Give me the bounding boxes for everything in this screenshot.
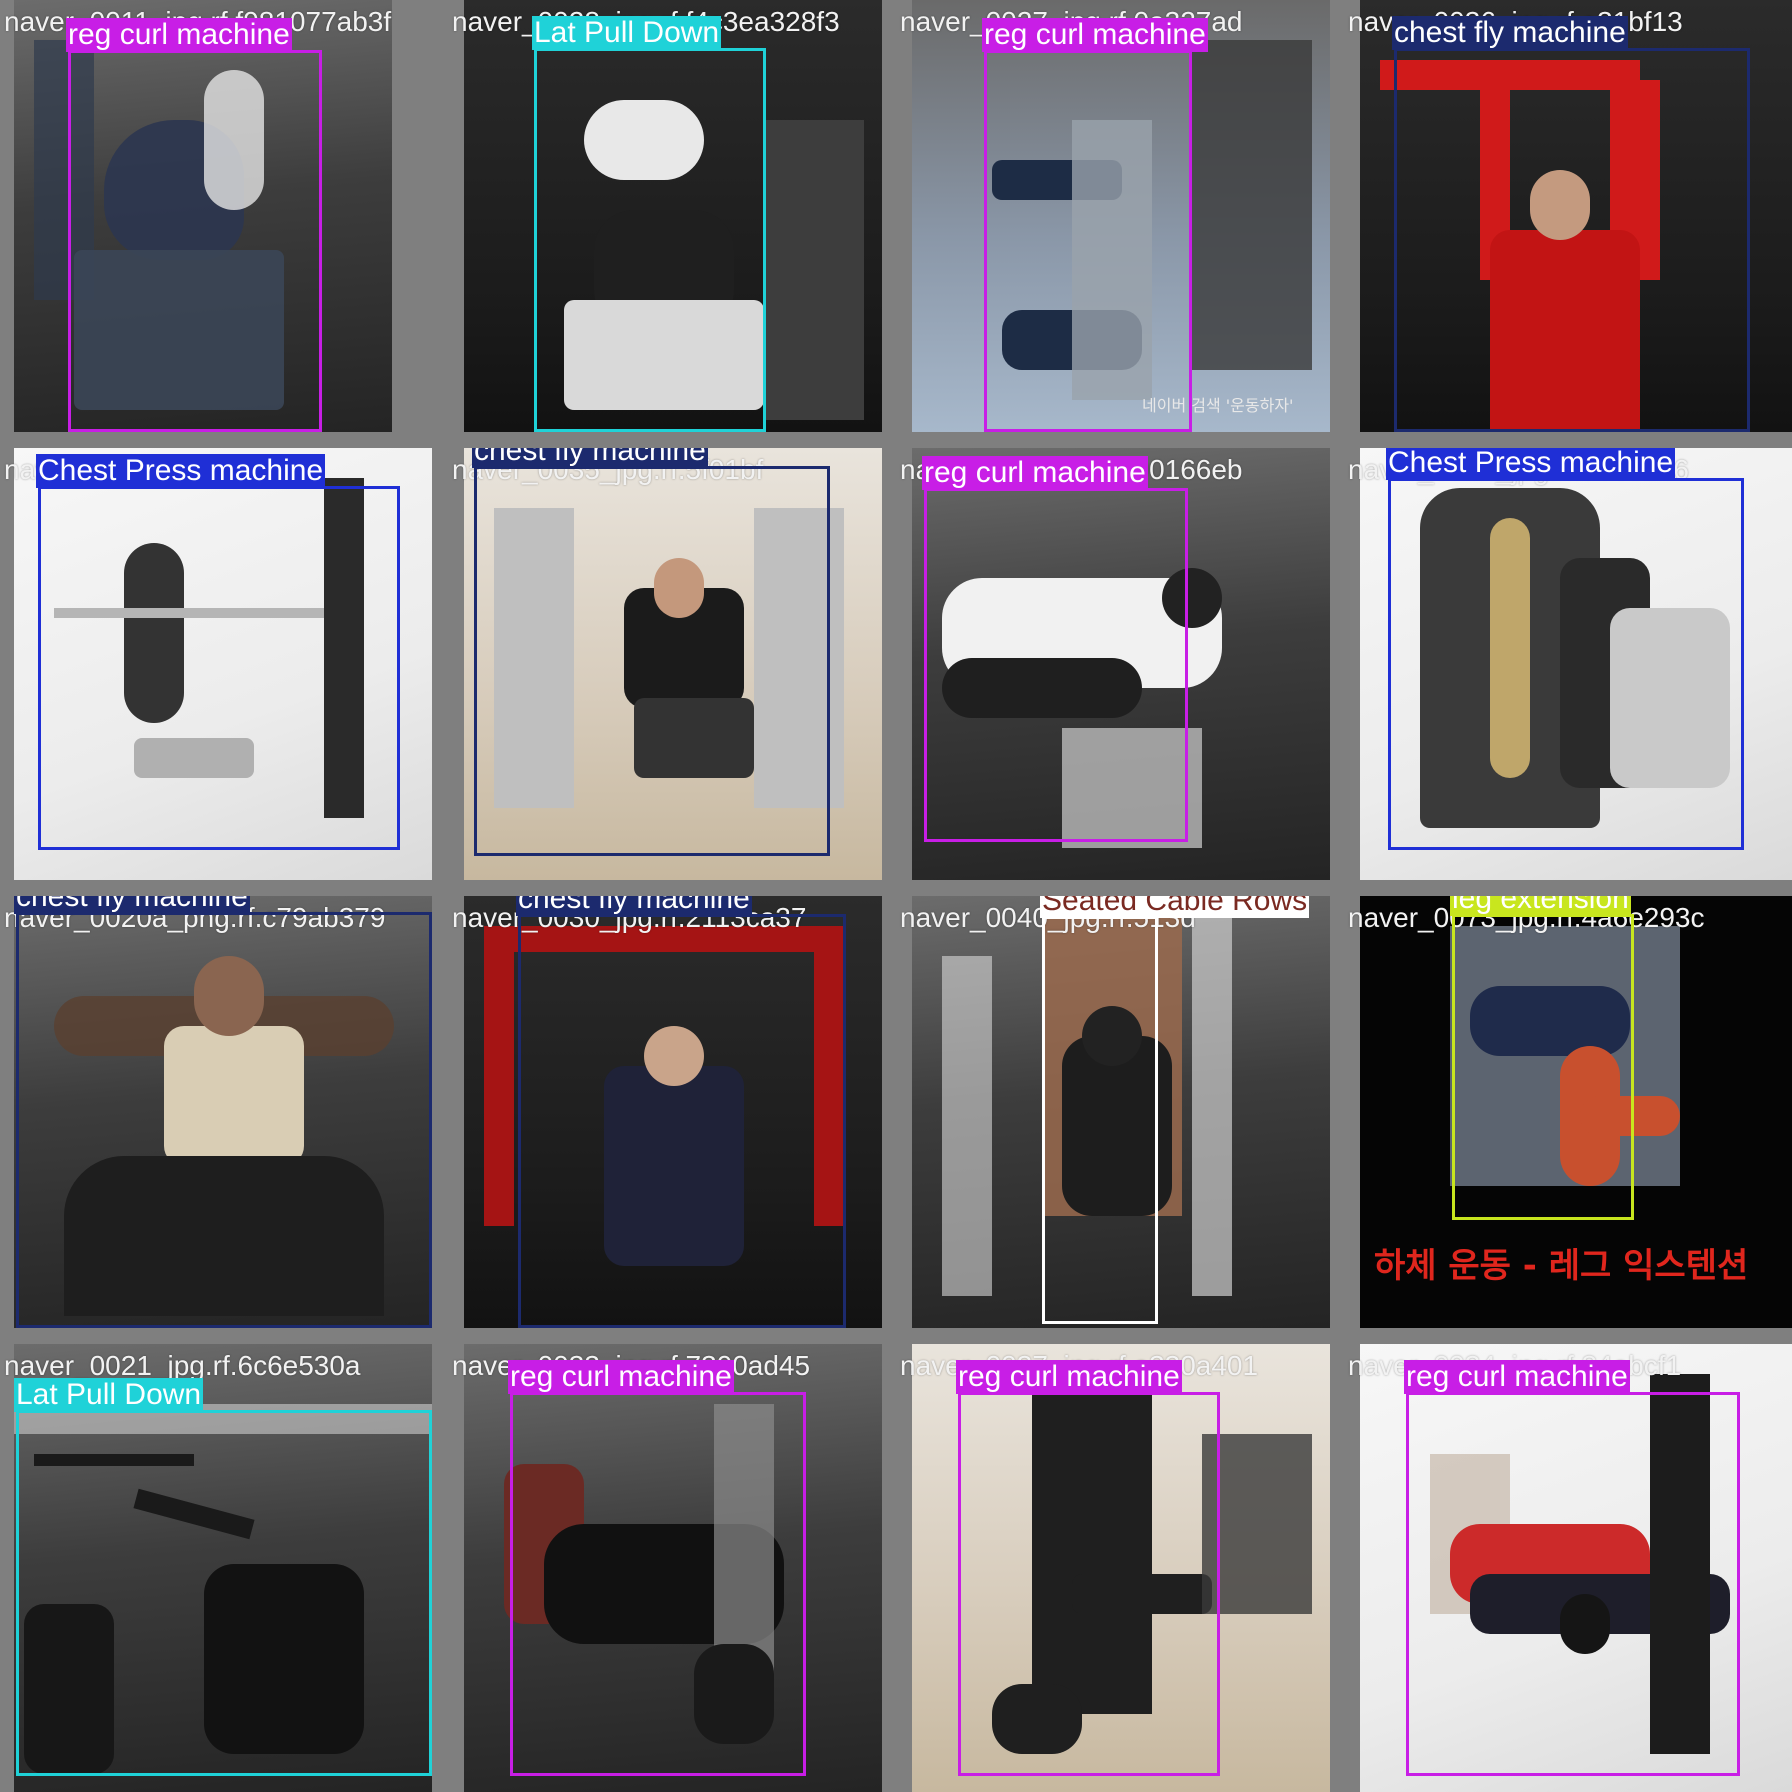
grid-tile-2: naver_0028_jpg.rf.f4c3ea328f3 Lat Pull D…	[448, 0, 896, 448]
bounding-box	[510, 1392, 806, 1776]
bounding-box	[474, 466, 830, 856]
grid-tile-12: 하체 운동 - 레그 익스텐션 naver_0073_jpg.rf.4a6e29…	[1344, 896, 1792, 1344]
grid-tile-11: naver_0040_jpg.rf.513d Seated Cable Rows	[896, 896, 1344, 1344]
bounding-box	[958, 1392, 1220, 1776]
class-label: reg curl machine	[508, 1360, 734, 1394]
class-label: reg curl machine	[1404, 1360, 1630, 1394]
image-grid: naver_0011_jpg.rf.f981077ab3f reg curl m…	[0, 0, 1792, 1792]
grid-tile-5: naver_0021835 Chest Press machine	[0, 448, 448, 896]
class-label: reg curl machine	[922, 456, 1148, 490]
bounding-box	[1406, 1392, 1740, 1776]
bounding-box	[1042, 916, 1158, 1324]
bounding-box	[16, 912, 432, 1328]
grid-tile-14: naver_0033_jpg.rf.7300ad45 reg curl mach…	[448, 1344, 896, 1792]
bounding-box	[534, 48, 766, 432]
class-label: chest fly machine	[472, 448, 708, 468]
class-label: Seated Cable Rows	[1040, 896, 1310, 918]
class-label: chest fly machine	[1392, 16, 1628, 50]
class-label: reg curl machine	[982, 18, 1208, 52]
class-label: Lat Pull Down	[14, 1378, 204, 1412]
class-label: reg curl machine	[66, 18, 292, 52]
class-label: Chest Press machine	[36, 454, 326, 488]
grid-tile-1: naver_0011_jpg.rf.f981077ab3f reg curl m…	[0, 0, 448, 448]
class-label: leg extension	[1450, 896, 1631, 916]
bounding-box	[68, 50, 322, 432]
grid-tile-7: naver_0029_jpg.rf.90166eb reg curl machi…	[896, 448, 1344, 896]
bounding-box	[1394, 48, 1750, 432]
grid-tile-13: naver_0021_jpg.rf.6c6e530a Lat Pull Down	[0, 1344, 448, 1792]
bounding-box	[984, 50, 1192, 432]
bounding-box	[38, 486, 400, 850]
class-label: chest fly machine	[516, 896, 752, 916]
bounding-box	[1388, 478, 1744, 850]
grid-tile-9: naver_0020a_png.rf.c79ab379 chest fly ma…	[0, 896, 448, 1344]
grid-tile-4: naver_0036_jpg.rf.a31bf13 chest fly mach…	[1344, 0, 1792, 448]
bounding-box	[1452, 914, 1634, 1220]
grid-tile-3: 네이버 검색 '운동하자' naver_0027_jpg.rf.0a327ad …	[896, 0, 1344, 448]
class-label: Chest Press machine	[1386, 448, 1676, 480]
class-label: Lat Pull Down	[532, 16, 722, 50]
caption-text: 하체 운동 - 레그 익스텐션	[1374, 1246, 1749, 1286]
grid-tile-15: naver_0037_jpg.rf.a330a401 reg curl mach…	[896, 1344, 1344, 1792]
class-label: reg curl machine	[956, 1360, 1182, 1394]
bounding-box	[518, 914, 846, 1328]
grid-tile-6: naver_0035_jpg.rf.5f01bf chest fly machi…	[448, 448, 896, 896]
bounding-box	[16, 1410, 432, 1776]
grid-tile-8: naver_0020_jpg.rf.d965bc6 Chest Press ma…	[1344, 448, 1792, 896]
bounding-box	[924, 488, 1188, 842]
grid-tile-16: naver_0034_jpg.rf.84ebcf1 reg curl machi…	[1344, 1344, 1792, 1792]
grid-tile-10: naver_0030_jpg.rf.2113ca37 chest fly mac…	[448, 896, 896, 1344]
class-label: chest fly machine	[14, 896, 250, 914]
